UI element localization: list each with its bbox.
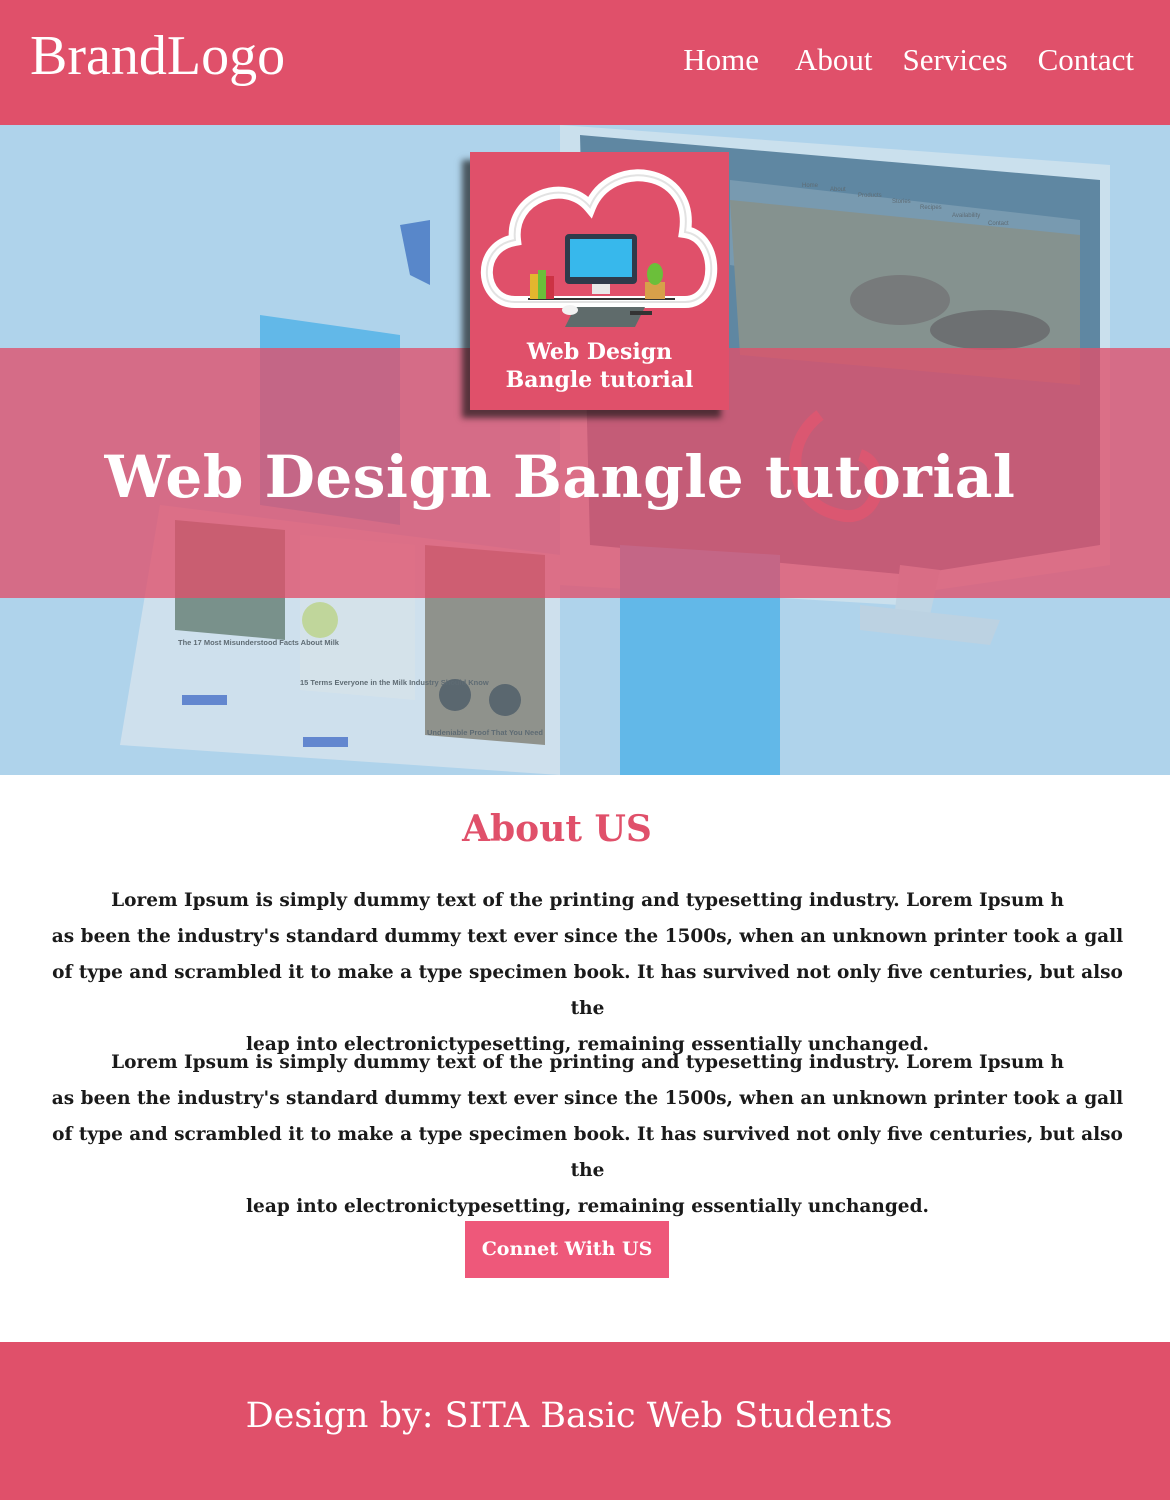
paragraph-line: of type and scrambled it to make a type … (52, 1124, 1123, 1181)
paragraph-line: Lorem Ipsum is simply dummy text of the … (111, 890, 1064, 911)
paragraph-line: Lorem Ipsum is simply dummy text of the … (111, 1052, 1064, 1073)
about-paragraph-1: Lorem Ipsum is simply dummy text of the … (35, 883, 1140, 1063)
nav-services-link[interactable]: Services (903, 40, 1008, 80)
footer-credit: Design by: SITA Basic Web Students (245, 1396, 893, 1436)
nav-home-link[interactable]: Home (683, 40, 759, 80)
brand-logo[interactable]: BrandLogo (30, 24, 285, 88)
connect-with-us-button[interactable]: Connet With US (465, 1221, 669, 1278)
site-footer: Design by: SITA Basic Web Students (0, 1342, 1170, 1500)
nav-contact-link[interactable]: Contact (1038, 40, 1134, 80)
tutorial-logo-card: Web Design Bangle tutorial (470, 152, 729, 410)
main-nav: Home About Services Contact (683, 40, 1134, 80)
site-header: BrandLogo Home About Services Contact (0, 0, 1170, 125)
nav-about-link[interactable]: About (795, 40, 873, 80)
logo-text-line2: Bangle tutorial (505, 367, 694, 393)
paragraph-line: of type and scrambled it to make a type … (52, 962, 1123, 1019)
about-heading: About US (462, 808, 652, 850)
about-paragraph-2: Lorem Ipsum is simply dummy text of the … (35, 1045, 1140, 1225)
paragraph-line: leap into electronictypesetting, remaini… (246, 1196, 929, 1217)
paragraph-line: as been the industry's standard dummy te… (51, 1088, 1124, 1109)
hero-banner: Home About Products Stories Recipes Avai… (0, 125, 1170, 775)
paragraph-line: as been the industry's standard dummy te… (51, 926, 1124, 947)
logo-text-line1: Web Design (526, 339, 673, 365)
cloud-computer-icon (480, 169, 718, 327)
hero-title: Web Design Bangle tutorial (104, 443, 1016, 511)
